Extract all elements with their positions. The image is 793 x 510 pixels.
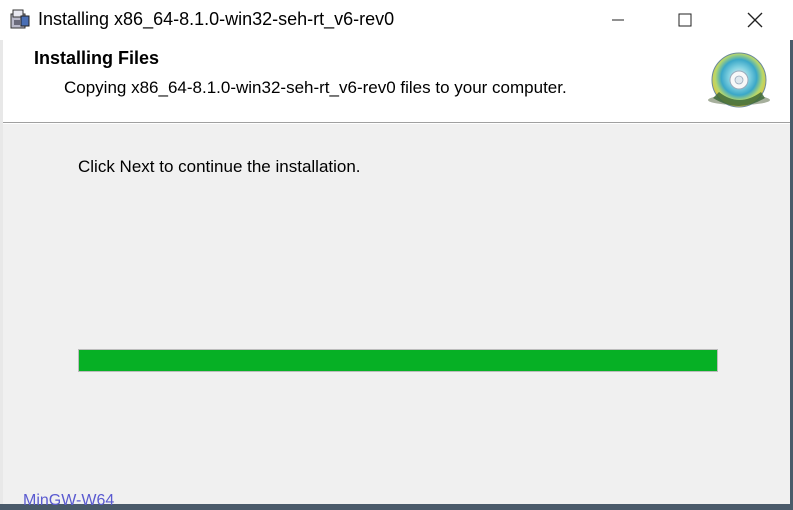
header-divider <box>3 123 790 124</box>
minimize-button[interactable] <box>586 0 650 40</box>
installer-icon <box>9 8 31 30</box>
brand-label: MinGW-W64 <box>23 492 115 509</box>
wizard-header: Installing Files Copying x86_64-8.1.0-wi… <box>3 40 790 123</box>
cd-disc-icon <box>705 52 773 108</box>
close-button[interactable] <box>723 0 787 40</box>
window-title: Installing x86_64-8.1.0-win32-seh-rt_v6-… <box>38 9 395 29</box>
progress-fill <box>79 350 717 371</box>
header-subtitle: Copying x86_64-8.1.0-win32-seh-rt_v6-rev… <box>64 78 567 97</box>
maximize-icon <box>678 13 692 27</box>
instruction-text: Click Next to continue the installation. <box>78 157 361 176</box>
maximize-button[interactable] <box>653 0 717 40</box>
minimize-icon <box>612 19 624 21</box>
close-icon <box>747 12 763 28</box>
install-progress-bar <box>78 349 718 372</box>
title-bar[interactable]: Installing x86_64-8.1.0-win32-seh-rt_v6-… <box>0 0 793 40</box>
header-title: Installing Files <box>34 48 160 68</box>
installer-window: Installing x86_64-8.1.0-win32-seh-rt_v6-… <box>0 0 793 509</box>
